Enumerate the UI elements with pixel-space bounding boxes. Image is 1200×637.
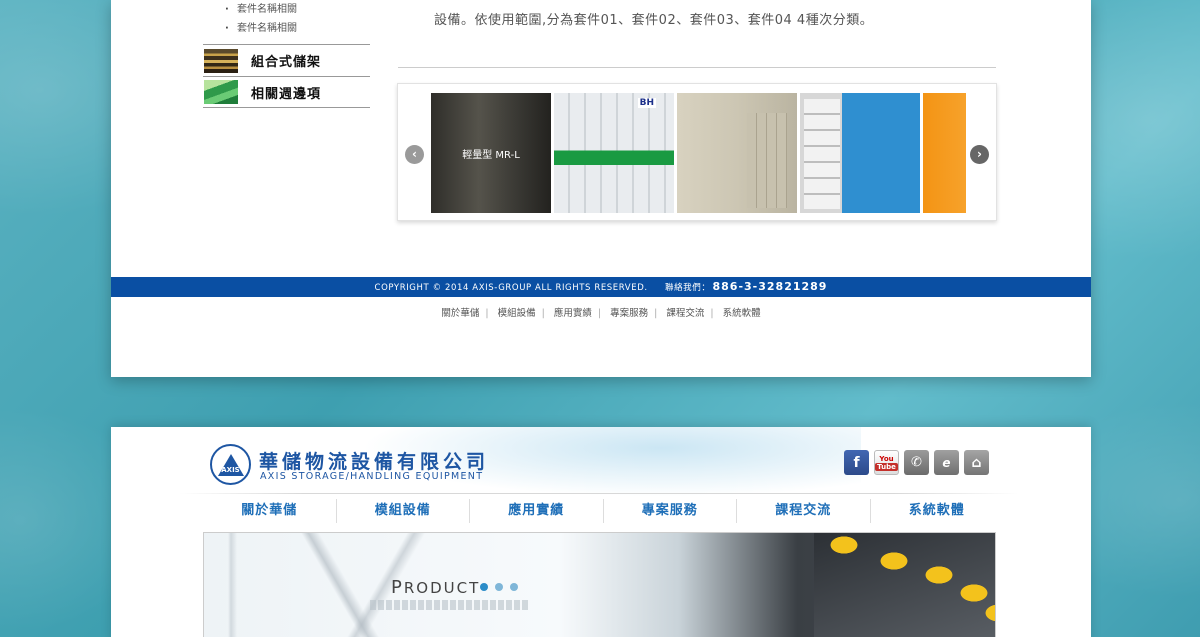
carousel-slide[interactable] bbox=[800, 93, 920, 213]
company-name-cn: 華儲物流設備有限公司 bbox=[259, 451, 490, 473]
carousel-slide[interactable]: 輕量型 MR-L bbox=[431, 93, 551, 213]
shelf-thumbnail bbox=[204, 48, 238, 73]
category-label: 相關週邊項 bbox=[251, 86, 322, 102]
menu-item-services[interactable]: 專案服務 bbox=[604, 499, 737, 523]
banner-dot[interactable] bbox=[495, 583, 503, 591]
product-carousel: ‹ 輕量型 MR-L BH › bbox=[397, 83, 997, 221]
menu-item-software[interactable]: 系統軟體 bbox=[871, 499, 1004, 523]
home-icon[interactable]: ⌂ bbox=[964, 450, 989, 475]
category-label: 組合式儲架 bbox=[251, 55, 322, 70]
menu-item-modules[interactable]: 模組設備 bbox=[337, 499, 470, 523]
sidebar: 套件名稱相關 套件名稱相關 組合式儲架 相關週邊項 bbox=[203, 0, 370, 108]
footer-link-cases[interactable]: 應用實績 bbox=[554, 308, 592, 319]
menu-item-cases[interactable]: 應用實績 bbox=[470, 499, 604, 523]
chevron-left-icon[interactable]: ‹ bbox=[405, 145, 424, 164]
chevron-right-icon[interactable]: › bbox=[970, 145, 989, 164]
footer-link-services[interactable]: 專案服務 bbox=[610, 308, 648, 319]
company-logo[interactable]: AXIS bbox=[210, 444, 251, 485]
sidebar-subitem[interactable]: 套件名稱相關 bbox=[203, 19, 370, 38]
social-links: f You Tube ✆ e ⌂ bbox=[844, 450, 989, 475]
banner-subtext bbox=[370, 600, 530, 610]
carousel-slide[interactable] bbox=[923, 93, 966, 213]
menu-item-about[interactable]: 關於華儲 bbox=[203, 499, 337, 523]
banner-title-rest: RODUCT bbox=[403, 579, 481, 597]
sidebar-category-storage-rack[interactable]: 組合式儲架 bbox=[203, 44, 370, 76]
epaper-icon[interactable]: e bbox=[934, 450, 959, 475]
slide-caption: 輕量型 MR-L bbox=[462, 150, 520, 161]
brand-sign: BH bbox=[637, 98, 656, 108]
facebook-icon[interactable]: f bbox=[844, 450, 869, 475]
contact-label: 聯絡我們： bbox=[664, 283, 711, 293]
footer-link-software[interactable]: 系統軟體 bbox=[723, 308, 761, 319]
main-menu: 關於華儲 模組設備 應用實績 專案服務 課程交流 系統軟體 bbox=[203, 499, 1003, 523]
copyright-text: COPYRIGHT © 2014 AXIS-GROUP ALL RIGHTS R… bbox=[374, 283, 648, 293]
sidebar-subitem[interactable]: 套件名稱相關 bbox=[203, 0, 370, 19]
banner-title-initial: P bbox=[391, 577, 404, 598]
footer-links: 關於華儲 | 模組設備 | 應用實績 | 專案服務 | 課程交流 | 系統軟體 bbox=[441, 308, 761, 319]
copyright-bar: COPYRIGHT © 2014 AXIS-GROUP ALL RIGHTS R… bbox=[111, 277, 1091, 297]
product-banner[interactable]: PRODUCT bbox=[203, 532, 996, 637]
youtube-icon[interactable]: You Tube bbox=[874, 450, 899, 475]
footer-link-about[interactable]: 關於華儲 bbox=[441, 308, 479, 319]
banner-rollers-graphic bbox=[814, 533, 995, 637]
company-name-en: AXIS STORAGE/HANDLING EQUIPMENT bbox=[260, 471, 484, 482]
footer-link-courses[interactable]: 課程交流 bbox=[666, 308, 704, 319]
carousel-slide[interactable]: BH bbox=[554, 93, 674, 213]
youtube-tube: Tube bbox=[875, 462, 898, 471]
phone-icon[interactable]: ✆ bbox=[904, 450, 929, 475]
product-page-panel: 套件名稱相關 套件名稱相關 組合式儲架 相關週邊項 設備。依使用範圍,分為套件0… bbox=[111, 0, 1091, 377]
banner-title: PRODUCT bbox=[391, 577, 480, 598]
banner-dot[interactable] bbox=[510, 583, 518, 591]
banner-pagination bbox=[480, 583, 518, 591]
divider bbox=[398, 67, 996, 68]
sidebar-category-accessories[interactable]: 相關週邊項 bbox=[203, 76, 370, 108]
menu-divider bbox=[179, 493, 1019, 494]
footer-link-modules[interactable]: 模組設備 bbox=[498, 308, 536, 319]
home-page-panel: AXIS 華儲物流設備有限公司 AXIS STORAGE/HANDLING EQ… bbox=[111, 427, 1091, 637]
menu-item-courses[interactable]: 課程交流 bbox=[737, 499, 871, 523]
banner-dot[interactable] bbox=[480, 583, 488, 591]
carousel-slide[interactable] bbox=[677, 93, 797, 213]
logo-text: AXIS bbox=[221, 466, 240, 474]
contact-phone[interactable]: 886-3-32821289 bbox=[712, 280, 827, 293]
green-panel-thumbnail bbox=[204, 80, 238, 104]
carousel-track: 輕量型 MR-L BH bbox=[431, 93, 966, 213]
product-description: 設備。依使用範圍,分為套件01、套件02、套件03、套件04 4種次分類。 bbox=[434, 13, 874, 28]
youtube-you: You bbox=[879, 454, 894, 463]
